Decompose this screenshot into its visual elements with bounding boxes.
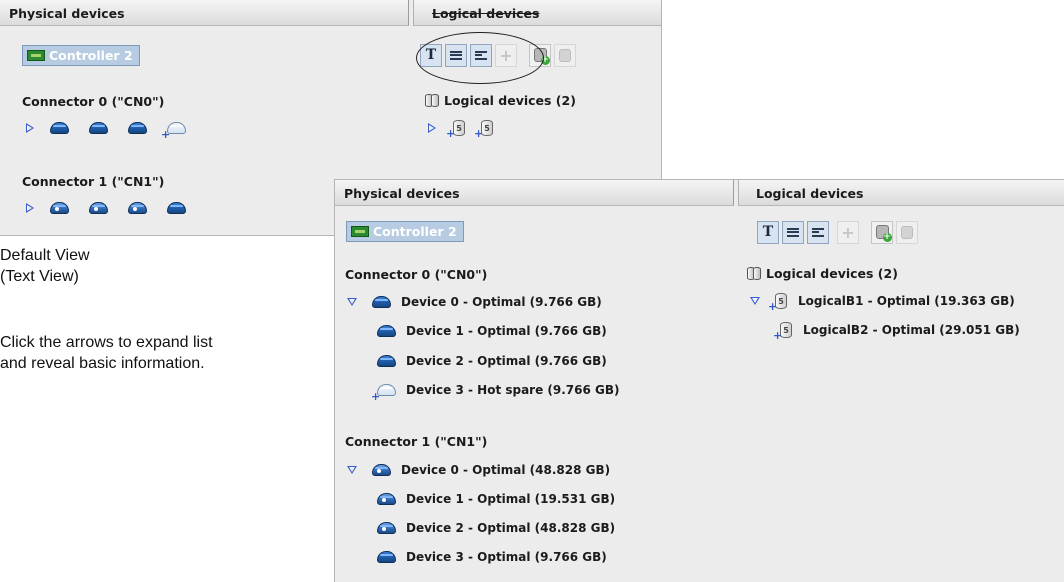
logical-devices-group-icon — [425, 93, 441, 108]
expand-arrow-icon[interactable] — [26, 123, 34, 133]
controller-icon — [351, 226, 369, 237]
controller-icon — [27, 50, 45, 61]
disk-icon — [372, 464, 391, 476]
add-logical-device-icon — [875, 225, 892, 242]
logical-device-icon[interactable]: 5 — [446, 120, 465, 139]
controller-selector[interactable]: Controller 2 — [346, 221, 464, 242]
logical-device-row[interactable]: 5 LogicalB2 - Optimal (29.051 GB) — [773, 322, 1020, 341]
text-view-button[interactable]: T — [757, 220, 779, 244]
physical-devices-header: Physical devices — [335, 180, 734, 206]
device-row[interactable]: Device 2 - Optimal (48.828 GB) — [377, 521, 615, 535]
disk-icon[interactable] — [89, 122, 108, 134]
collapse-arrow-icon[interactable] — [347, 466, 357, 474]
connector-0-devices — [26, 122, 196, 140]
collapse-arrow-icon[interactable] — [750, 297, 760, 305]
expand-arrow-icon[interactable] — [26, 203, 34, 213]
annotation-hint-line1: Click the arrows to expand list — [0, 334, 213, 351]
disk-icon — [372, 296, 391, 308]
logical-device-icon[interactable]: 5 — [474, 120, 493, 139]
logical-devices-header: Logical devices — [738, 180, 1064, 206]
disk-icon[interactable] — [89, 202, 108, 214]
device-row[interactable]: Device 0 - Optimal (48.828 GB) — [347, 463, 610, 477]
connector-0-label: Connector 0 ("CN0") — [345, 267, 488, 282]
connector-1-devices — [26, 202, 196, 214]
disk-icon[interactable] — [128, 122, 147, 134]
annotation-hint-line2: and reveal basic information. — [0, 355, 205, 372]
annotation-subtitle: (Text View) — [0, 268, 79, 285]
physical-devices-header: Physical devices — [0, 0, 409, 26]
controller-selector[interactable]: Controller 2 — [22, 45, 140, 66]
disk-icon[interactable] — [167, 202, 186, 214]
expand-arrow-icon[interactable] — [428, 123, 436, 133]
delete-logical-device-button[interactable] — [554, 43, 576, 67]
create-logical-device-button[interactable] — [871, 220, 893, 244]
device-row[interactable]: Device 1 - Optimal (9.766 GB) — [377, 324, 607, 338]
logical-device-row[interactable]: 5 LogicalB1 - Optimal (19.363 GB) — [750, 293, 1015, 312]
device-row[interactable]: Device 0 - Optimal (9.766 GB) — [347, 295, 602, 309]
logical-devices-group-icon — [747, 266, 763, 281]
connector-1-label: Connector 1 ("CN1") — [345, 434, 488, 449]
highlight-circle — [416, 32, 544, 84]
disk-icon[interactable] — [50, 202, 69, 214]
hot-spare-disk-icon — [371, 384, 396, 402]
add-button[interactable]: + — [837, 220, 859, 244]
delete-logical-device-icon — [559, 48, 571, 62]
device-row[interactable]: Device 2 - Optimal (9.766 GB) — [377, 354, 607, 368]
disk-icon — [377, 493, 396, 505]
disk-icon — [377, 325, 396, 337]
annotation-title: Default View — [0, 247, 90, 264]
disk-icon[interactable] — [50, 122, 69, 134]
device-row[interactable]: Device 1 - Optimal (19.531 GB) — [377, 492, 615, 506]
delete-logical-device-button[interactable] — [896, 220, 918, 244]
logical-devices-group: Logical devices (2) — [425, 93, 576, 108]
device-row[interactable]: Device 3 - Optimal (9.766 GB) — [377, 550, 607, 564]
logical-device-icon: 5 — [773, 322, 792, 341]
logical-devices-group: Logical devices (2) — [747, 266, 898, 281]
disk-icon — [377, 522, 396, 534]
device-row[interactable]: Device 3 - Hot spare (9.766 GB) — [371, 383, 620, 402]
relative-size-view-button[interactable] — [807, 220, 829, 244]
connector-0-label: Connector 0 ("CN0") — [22, 94, 165, 109]
collapse-arrow-icon[interactable] — [347, 298, 357, 306]
expanded-view-panel: Physical devices Logical devices Control… — [334, 179, 1064, 582]
hot-spare-disk-icon[interactable] — [161, 122, 186, 140]
logical-device-icon: 5 — [768, 293, 787, 312]
delete-logical-device-icon — [901, 225, 913, 239]
connector-1-label: Connector 1 ("CN1") — [22, 174, 165, 189]
logical-devices-row: 5 5 — [428, 120, 504, 139]
full-size-view-button[interactable] — [782, 220, 804, 244]
disk-icon[interactable] — [128, 202, 147, 214]
logical-devices-header: Logical devices — [413, 0, 661, 26]
disk-icon — [377, 355, 396, 367]
view-toolbar: T + — [757, 219, 921, 245]
disk-icon — [377, 551, 396, 563]
